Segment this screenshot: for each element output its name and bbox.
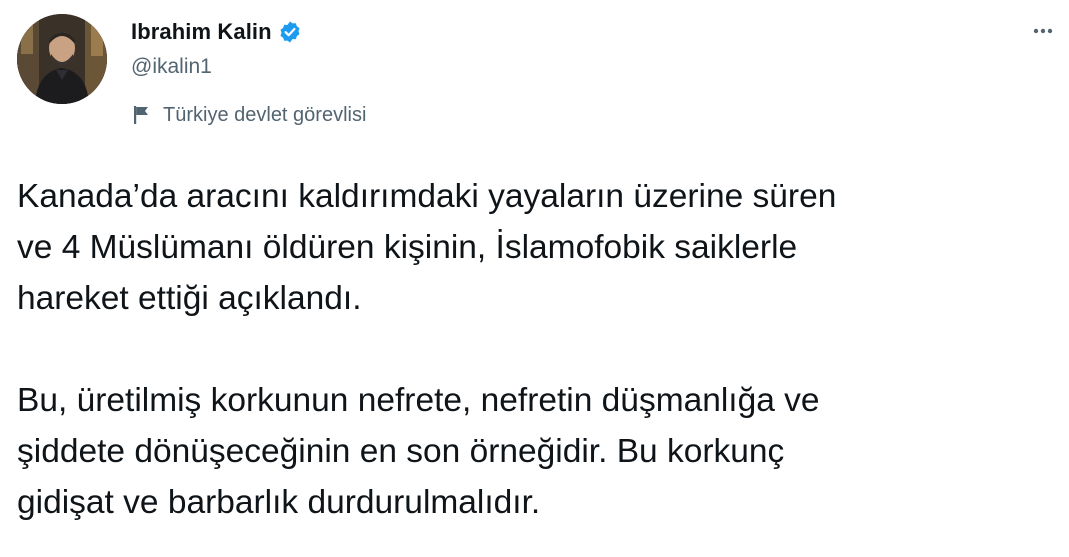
- more-options-button[interactable]: [1025, 18, 1061, 44]
- tweet-text: Kanada’da aracını kaldırımdaki yayaların…: [17, 171, 1057, 528]
- account-label-text: Türkiye devlet görevlisi: [163, 103, 367, 126]
- tweet-line: Bu, üretilmiş korkunun nefrete, nefretin…: [17, 382, 820, 419]
- more-options-icon: [1033, 28, 1053, 34]
- flag-icon: [133, 105, 151, 125]
- tweet-line: ve 4 Müslümanı öldüren kişinin, İslamofo…: [17, 229, 798, 266]
- avatar[interactable]: [17, 14, 107, 104]
- tweet-card: Ibrahim Kalin @ikalin1 Türkiye devlet gö…: [0, 0, 1069, 557]
- tweet-line: hareket ettiği açıklandı.: [17, 280, 362, 317]
- name-row: Ibrahim Kalin: [131, 17, 302, 47]
- tweet-line: şiddete dönüşeceğinin en son örneğidir. …: [17, 433, 785, 470]
- account-label: Türkiye devlet görevlisi: [133, 101, 366, 129]
- tweet-paragraph-1: Kanada’da aracını kaldırımdaki yayaların…: [17, 171, 1057, 324]
- display-name[interactable]: Ibrahim Kalin: [131, 19, 272, 45]
- author-block: Ibrahim Kalin @ikalin1: [131, 17, 302, 79]
- handle[interactable]: @ikalin1: [131, 55, 302, 79]
- tweet-line: gidişat ve barbarlık durdurulmalıdır.: [17, 484, 541, 521]
- verified-badge-icon: [278, 20, 302, 44]
- tweet-paragraph-2: Bu, üretilmiş korkunun nefrete, nefretin…: [17, 375, 1057, 528]
- avatar-image: [17, 14, 107, 104]
- tweet-line: Kanada’da aracını kaldırımdaki yayaların…: [17, 178, 837, 215]
